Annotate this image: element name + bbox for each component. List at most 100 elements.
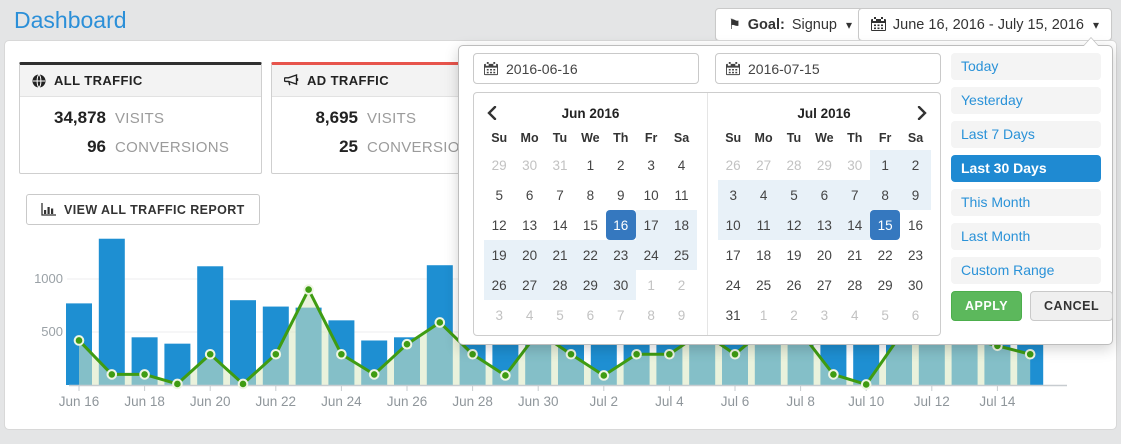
calendar-day[interactable]: 7 bbox=[606, 300, 636, 330]
start-date-field[interactable] bbox=[506, 61, 676, 77]
preset-this-month[interactable]: This Month bbox=[951, 189, 1101, 216]
calendar-day[interactable]: 9 bbox=[666, 300, 696, 330]
calendar-day[interactable]: 17 bbox=[718, 240, 748, 270]
calendar-day[interactable]: 12 bbox=[484, 210, 514, 240]
calendar-day[interactable]: 5 bbox=[545, 300, 575, 330]
calendar-day[interactable]: 15 bbox=[575, 210, 605, 240]
calendar-day[interactable]: 3 bbox=[809, 300, 839, 330]
calendar-day[interactable]: 5 bbox=[779, 180, 809, 210]
view-all-traffic-report-button[interactable]: VIEW ALL TRAFFIC REPORT bbox=[26, 194, 260, 225]
calendar-day[interactable]: 13 bbox=[514, 210, 544, 240]
calendar-day[interactable]: 29 bbox=[575, 270, 605, 300]
preset-today[interactable]: Today bbox=[951, 53, 1101, 80]
calendar-day[interactable]: 26 bbox=[484, 270, 514, 300]
calendar-day[interactable]: 3 bbox=[636, 150, 666, 180]
calendar-day[interactable]: 18 bbox=[666, 210, 696, 240]
calendar-day[interactable]: 21 bbox=[840, 240, 870, 270]
calendar-day[interactable]: 30 bbox=[514, 150, 544, 180]
calendar-day[interactable]: 22 bbox=[575, 240, 605, 270]
calendar-day[interactable]: 23 bbox=[606, 240, 636, 270]
calendar-day[interactable]: 27 bbox=[809, 270, 839, 300]
calendar-day[interactable]: 31 bbox=[718, 300, 748, 330]
calendar-day[interactable]: 27 bbox=[514, 270, 544, 300]
calendar-day[interactable]: 8 bbox=[575, 180, 605, 210]
calendar-day[interactable]: 29 bbox=[870, 270, 900, 300]
calendar-day[interactable]: 19 bbox=[484, 240, 514, 270]
calendar-day[interactable]: 21 bbox=[545, 240, 575, 270]
calendar-day[interactable]: 1 bbox=[575, 150, 605, 180]
calendar-day[interactable]: 2 bbox=[900, 150, 930, 180]
calendar-day[interactable]: 3 bbox=[484, 300, 514, 330]
calendar-day[interactable]: 19 bbox=[779, 240, 809, 270]
calendar-day[interactable]: 16 bbox=[900, 210, 930, 240]
calendar-day[interactable]: 10 bbox=[718, 210, 748, 240]
preset-custom-range[interactable]: Custom Range bbox=[951, 257, 1101, 284]
daterange-button[interactable]: June 16, 2016 - July 15, 2016 ▾ bbox=[858, 8, 1112, 41]
calendar-day[interactable]: 6 bbox=[809, 180, 839, 210]
preset-last-7-days[interactable]: Last 7 Days bbox=[951, 121, 1101, 148]
calendar-day[interactable]: 13 bbox=[809, 210, 839, 240]
apply-button[interactable]: APPLY bbox=[951, 291, 1022, 321]
calendar-day[interactable]: 31 bbox=[545, 150, 575, 180]
calendar-day[interactable]: 1 bbox=[748, 300, 778, 330]
calendar-day[interactable]: 20 bbox=[514, 240, 544, 270]
calendar-day[interactable]: 6 bbox=[900, 300, 930, 330]
calendar-day[interactable]: 27 bbox=[748, 150, 778, 180]
calendar-day[interactable]: 24 bbox=[636, 240, 666, 270]
calendar-day[interactable]: 16 bbox=[606, 210, 636, 240]
calendar-day[interactable]: 14 bbox=[545, 210, 575, 240]
calendar-day[interactable]: 26 bbox=[779, 270, 809, 300]
calendar-day[interactable]: 28 bbox=[840, 270, 870, 300]
calendar-day[interactable]: 9 bbox=[606, 180, 636, 210]
calendar-day[interactable]: 24 bbox=[718, 270, 748, 300]
calendar-day[interactable]: 8 bbox=[636, 300, 666, 330]
calendar-day[interactable]: 18 bbox=[748, 240, 778, 270]
calendar-day[interactable]: 25 bbox=[748, 270, 778, 300]
calendar-day[interactable]: 2 bbox=[666, 270, 696, 300]
calendar-day[interactable]: 10 bbox=[636, 180, 666, 210]
cancel-button[interactable]: CANCEL bbox=[1030, 291, 1113, 321]
calendar-day[interactable]: 11 bbox=[748, 210, 778, 240]
calendar-day[interactable]: 2 bbox=[779, 300, 809, 330]
calendar-day[interactable]: 30 bbox=[606, 270, 636, 300]
end-date-input[interactable] bbox=[715, 53, 941, 84]
calendar-day[interactable]: 22 bbox=[870, 240, 900, 270]
calendar-day[interactable]: 4 bbox=[748, 180, 778, 210]
preset-yesterday[interactable]: Yesterday bbox=[951, 87, 1101, 114]
calendar-day[interactable]: 1 bbox=[870, 150, 900, 180]
calendar-day[interactable]: 30 bbox=[840, 150, 870, 180]
calendar-day[interactable]: 1 bbox=[636, 270, 666, 300]
goal-selector-button[interactable]: ⚑ Goal: Signup ▾ bbox=[715, 8, 865, 41]
prev-month-button[interactable] bbox=[484, 106, 500, 120]
calendar-day[interactable]: 11 bbox=[666, 180, 696, 210]
calendar-day[interactable]: 29 bbox=[484, 150, 514, 180]
calendar-day[interactable]: 5 bbox=[484, 180, 514, 210]
calendar-day[interactable]: 7 bbox=[545, 180, 575, 210]
calendar-day[interactable]: 6 bbox=[575, 300, 605, 330]
next-month-button[interactable] bbox=[914, 106, 930, 120]
calendar-day[interactable]: 14 bbox=[840, 210, 870, 240]
calendar-day[interactable]: 6 bbox=[514, 180, 544, 210]
calendar-day[interactable]: 23 bbox=[900, 240, 930, 270]
calendar-day[interactable]: 8 bbox=[870, 180, 900, 210]
preset-last-30-days[interactable]: Last 30 Days bbox=[951, 155, 1101, 182]
calendar-day[interactable]: 26 bbox=[718, 150, 748, 180]
calendar-day[interactable]: 9 bbox=[900, 180, 930, 210]
calendar-day[interactable]: 20 bbox=[809, 240, 839, 270]
start-date-input[interactable] bbox=[473, 53, 699, 84]
calendar-day[interactable]: 4 bbox=[514, 300, 544, 330]
preset-last-month[interactable]: Last Month bbox=[951, 223, 1101, 250]
calendar-day[interactable]: 3 bbox=[718, 180, 748, 210]
calendar-day[interactable]: 7 bbox=[840, 180, 870, 210]
calendar-day[interactable]: 5 bbox=[870, 300, 900, 330]
calendar-day[interactable]: 4 bbox=[840, 300, 870, 330]
calendar-day[interactable]: 28 bbox=[779, 150, 809, 180]
calendar-day[interactable]: 29 bbox=[809, 150, 839, 180]
calendar-day[interactable]: 12 bbox=[779, 210, 809, 240]
calendar-day[interactable]: 17 bbox=[636, 210, 666, 240]
calendar-day[interactable]: 4 bbox=[666, 150, 696, 180]
calendar-day[interactable]: 28 bbox=[545, 270, 575, 300]
calendar-day[interactable]: 2 bbox=[606, 150, 636, 180]
calendar-day[interactable]: 30 bbox=[900, 270, 930, 300]
end-date-field[interactable] bbox=[748, 61, 918, 77]
